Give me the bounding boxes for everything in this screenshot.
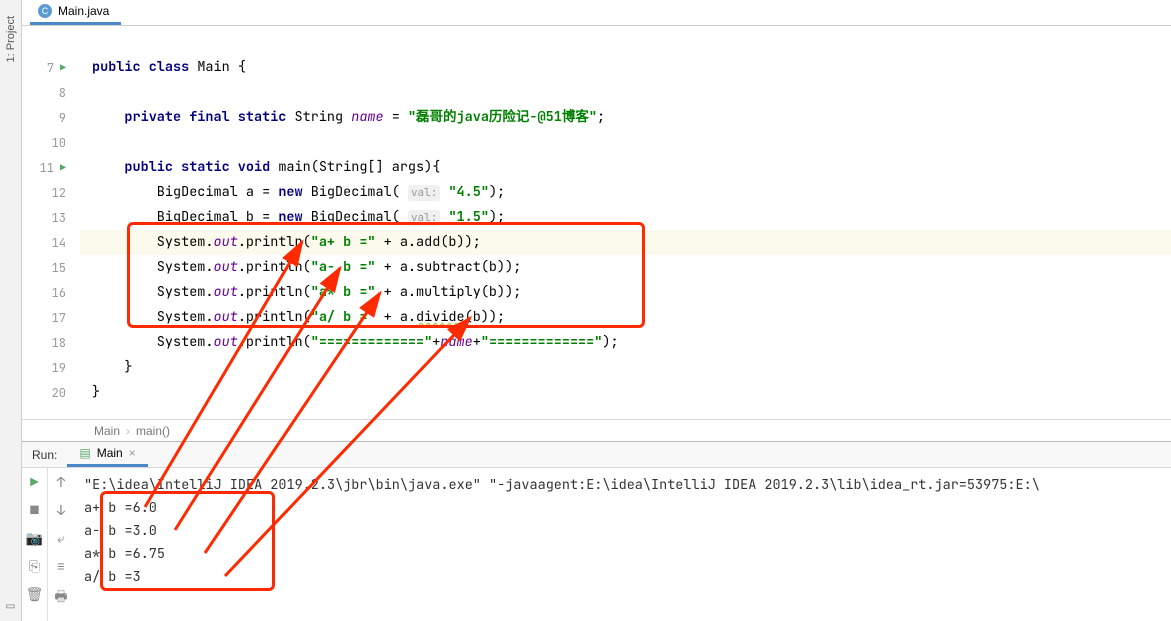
run-header: Run: ▤ Main × [22,442,1171,468]
code-line-12: BigDecimal a = new BigDecimal( val: "4.5… [80,180,1171,205]
structure-icon[interactable]: ▭ [6,591,14,621]
run-tab-icon: ▤ [79,446,90,460]
code-line-17: System.out.println("a/ b =" + a.divide(b… [80,305,1171,330]
code-text[interactable]: public class Main { private final static… [80,26,1171,419]
run-toolbar-left-2: ↑ ↓ ⤶ ≡ 🖶 [48,468,74,621]
main-area: C Main.java 7▶ 8 9 10 11▶ 12 13 14 15 16… [22,0,1171,621]
breadcrumb-method[interactable]: main() [136,424,170,438]
editor-tab-label: Main.java [58,4,109,18]
code-editor[interactable]: 7▶ 8 9 10 11▶ 12 13 14 15 16 17 18 19 20… [22,26,1171,419]
trash-icon[interactable]: 🗑 [26,586,44,604]
console-cmd: "E:\idea\IntelliJ IDEA 2019.2.3\jbr\bin\… [84,476,1040,494]
editor-tabs: C Main.java [22,0,1171,26]
code-line-13: BigDecimal b = new BigDecimal( val: "1.5… [80,205,1171,230]
breadcrumb-class[interactable]: Main [94,424,120,438]
rerun-icon[interactable]: ▶ [30,474,38,492]
code-line-14: System.out.println("a+ b =" + a.add(b)); [80,230,1171,255]
close-icon[interactable]: × [129,446,136,460]
breadcrumb[interactable]: Main › main() [22,419,1171,441]
console-line-1: a+ b =6.0 [84,499,157,517]
exit-icon[interactable]: ⎘ [29,558,40,576]
code-line-9: private final static String name = "磊哥的j… [80,105,1171,130]
run-title-label: Run: [22,448,67,462]
editor-gutter: 7▶ 8 9 10 11▶ 12 13 14 15 16 17 18 19 20 [22,26,80,419]
softwrap-icon[interactable]: ⤶ [57,530,65,548]
code-line-20: } [80,380,1171,405]
editor-tab-main-java[interactable]: C Main.java [30,0,121,25]
code-line-19: } [80,355,1171,380]
code-line-18: System.out.println("============="+name+… [80,330,1171,355]
console-output[interactable]: "E:\idea\IntelliJ IDEA 2019.2.3\jbr\bin\… [74,468,1171,621]
print-icon[interactable]: 🖶 [54,586,67,610]
code-line-7: public class Main { [80,55,1171,80]
up-icon[interactable]: ↑ [57,474,65,492]
run-tool-window: Run: ▤ Main × ▶ ■ 📷 ⎘ 🗑 ↑ ↓ ⤶ ≡ 🖶 " [22,441,1171,621]
scroll-end-icon[interactable]: ≡ [57,558,65,576]
run-class-gutter-icon[interactable]: ▶ [60,61,66,74]
down-icon[interactable]: ↓ [57,502,65,520]
project-tool-tab[interactable]: 1: Project [3,10,19,68]
run-toolbar-left: ▶ ■ 📷 ⎘ 🗑 [22,468,48,621]
console-line-3: a* b =6.75 [84,545,165,563]
code-line-11: public static void main(String[] args){ [80,155,1171,180]
code-line-16: System.out.println("a* b =" + a.multiply… [80,280,1171,305]
console-line-2: a- b =3.0 [84,522,157,540]
console-line-4: a/ b =3 [84,568,141,586]
chevron-right-icon: › [126,424,130,438]
stop-icon[interactable]: ■ [30,502,38,520]
java-class-icon: C [38,4,52,18]
run-config-label: Main [97,446,123,460]
code-line-15: System.out.println("a- b =" + a.subtract… [80,255,1171,280]
camera-icon[interactable]: 📷 [26,530,43,548]
run-config-tab[interactable]: ▤ Main × [67,442,147,467]
run-main-gutter-icon[interactable]: ▶ [60,161,66,174]
tool-window-bar-left: 1: Project ▭ [0,0,22,621]
